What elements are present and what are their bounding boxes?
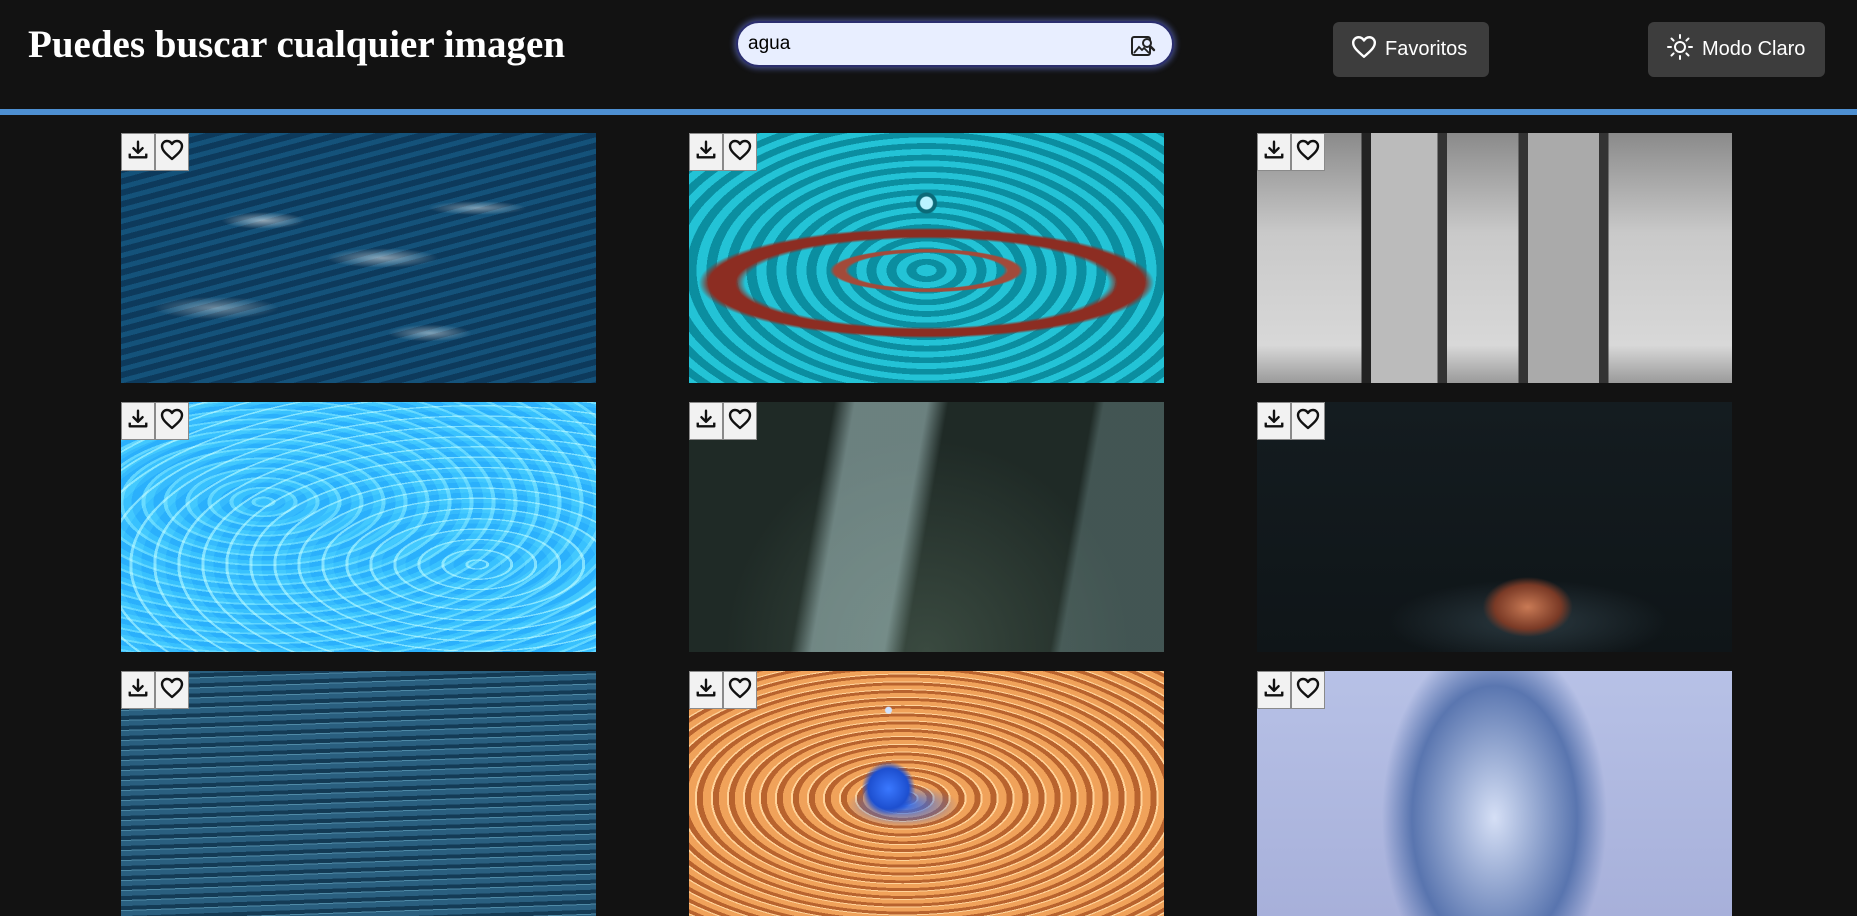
- calm-sea-surface-image[interactable]: [121, 671, 596, 916]
- heart-icon: [728, 408, 752, 435]
- image-card[interactable]: [689, 671, 1164, 916]
- download-button[interactable]: [689, 671, 723, 709]
- download-button[interactable]: [121, 133, 155, 171]
- download-button[interactable]: [121, 671, 155, 709]
- download-button[interactable]: [121, 402, 155, 440]
- heart-icon: [160, 677, 184, 704]
- blue-pool-water-image[interactable]: [121, 402, 596, 652]
- heart-icon: [160, 139, 184, 166]
- favorite-button[interactable]: [155, 671, 189, 709]
- card-actions: [689, 402, 757, 440]
- download-icon: [695, 408, 717, 435]
- image-card[interactable]: [1257, 671, 1732, 916]
- download-button[interactable]: [689, 133, 723, 171]
- orange-water-drop-image[interactable]: [689, 671, 1164, 916]
- download-button[interactable]: [1257, 133, 1291, 171]
- teal-water-drop-image[interactable]: [689, 133, 1164, 383]
- download-icon: [1263, 408, 1285, 435]
- heart-icon: [728, 139, 752, 166]
- heart-icon: [1296, 139, 1320, 166]
- download-icon: [695, 139, 717, 166]
- card-actions: [1257, 133, 1325, 171]
- card-actions: [121, 133, 189, 171]
- download-button[interactable]: [1257, 402, 1291, 440]
- image-card[interactable]: [121, 671, 596, 916]
- dark-water-splash-image[interactable]: [689, 402, 1164, 652]
- download-icon: [1263, 139, 1285, 166]
- image-card[interactable]: [689, 402, 1164, 652]
- favorite-button[interactable]: [723, 671, 757, 709]
- image-gallery: [0, 0, 1857, 916]
- favorite-button[interactable]: [155, 133, 189, 171]
- heart-icon: [728, 677, 752, 704]
- glass-splash-bw-image[interactable]: [1257, 133, 1732, 383]
- download-icon: [1263, 677, 1285, 704]
- card-actions: [689, 133, 757, 171]
- card-actions: [121, 671, 189, 709]
- card-actions: [1257, 402, 1325, 440]
- card-actions: [1257, 671, 1325, 709]
- image-card[interactable]: [121, 133, 596, 383]
- favorite-button[interactable]: [723, 133, 757, 171]
- favorite-button[interactable]: [155, 402, 189, 440]
- favorite-button[interactable]: [1291, 671, 1325, 709]
- favorite-button[interactable]: [1291, 402, 1325, 440]
- image-card[interactable]: [689, 133, 1164, 383]
- favorite-button[interactable]: [1291, 133, 1325, 171]
- blue-glass-splash-image[interactable]: [1257, 671, 1732, 916]
- download-icon: [127, 139, 149, 166]
- download-icon: [127, 677, 149, 704]
- heart-icon: [1296, 677, 1320, 704]
- card-actions: [121, 402, 189, 440]
- image-card[interactable]: [1257, 133, 1732, 383]
- image-card[interactable]: [1257, 402, 1732, 652]
- download-icon: [695, 677, 717, 704]
- card-actions: [689, 671, 757, 709]
- hand-in-dark-water-image[interactable]: [1257, 402, 1732, 652]
- heart-icon: [160, 408, 184, 435]
- heart-icon: [1296, 408, 1320, 435]
- image-card[interactable]: [121, 402, 596, 652]
- download-icon: [127, 408, 149, 435]
- favorite-button[interactable]: [723, 402, 757, 440]
- ocean-waves-image[interactable]: [121, 133, 596, 383]
- download-button[interactable]: [1257, 671, 1291, 709]
- download-button[interactable]: [689, 402, 723, 440]
